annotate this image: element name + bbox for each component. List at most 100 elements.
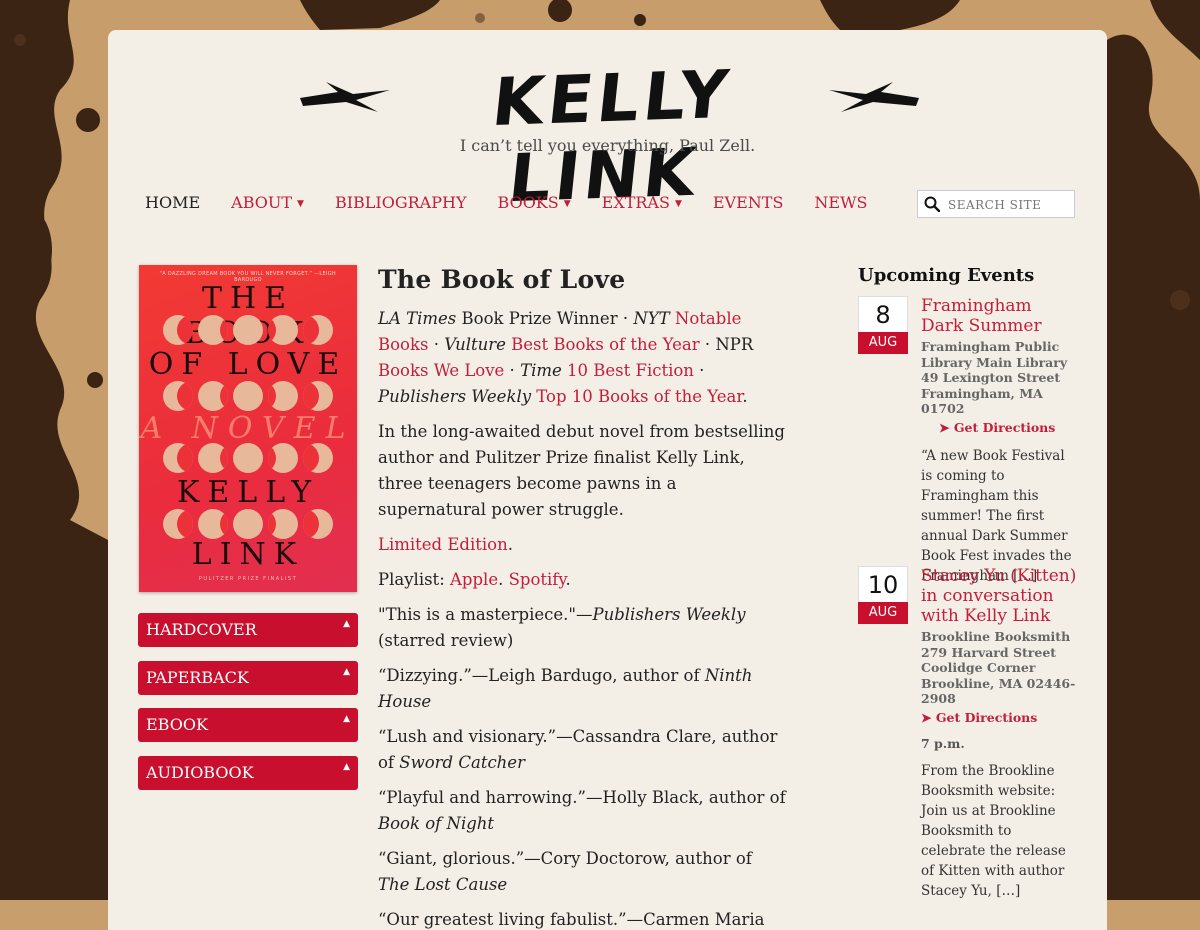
limited-edition-line: Limited Edition. xyxy=(378,532,788,558)
event-location: Framingham Public Library Main Library 4… xyxy=(921,339,1068,416)
period: . xyxy=(507,535,513,554)
award-text: Book Prize Winner · xyxy=(456,309,634,328)
nav-events-label: EVENTS xyxy=(712,193,784,212)
audiobook-button[interactable]: AUDIOBOOK ▲ xyxy=(138,756,358,790)
cover-author-line1: KELLY xyxy=(176,475,320,510)
search-box xyxy=(917,190,1075,218)
right-brushstroke-icon xyxy=(829,82,919,112)
hardcover-button[interactable]: HARDCOVER ▲ xyxy=(138,613,358,647)
separator: · xyxy=(428,335,445,354)
location-arrow-icon: ➤ xyxy=(921,709,936,725)
quote-text: “Playful and harrowing.”—Holly Black, au… xyxy=(378,788,786,807)
hardcover-label: HARDCOVER xyxy=(146,620,257,639)
period: . xyxy=(565,570,571,589)
books-we-love-link[interactable]: Books We Love xyxy=(378,361,504,380)
nav-books-label: BOOKS xyxy=(497,193,559,212)
event-time: 7 p.m. xyxy=(921,735,965,751)
top10-link[interactable]: Top 10 Books of the Year xyxy=(536,387,742,406)
event-description: From the Brookline Booksmith website: Jo… xyxy=(921,762,1066,899)
nav-extras-label: EXTRAS xyxy=(601,193,670,212)
event-title-link[interactable]: Framingham Dark Summer xyxy=(921,296,1078,336)
event-body: Stacey Yu (Kitten) in conversation with … xyxy=(921,566,1078,901)
quote-text: “Our greatest living fabulist.”—Carmen M… xyxy=(378,910,765,929)
awards-line: LA Times Book Prize Winner · NYT Notable… xyxy=(378,306,788,410)
nav-books[interactable]: BOOKS ▼ xyxy=(498,193,571,217)
event-description: “A new Book Festival is coming to Framin… xyxy=(921,447,1072,584)
award-vulture: Vulture xyxy=(444,335,506,354)
nav-events[interactable]: EVENTS xyxy=(713,193,784,217)
cover-subtitle: A NOVEL xyxy=(140,411,356,446)
nav-news[interactable]: NEWS xyxy=(814,193,867,217)
event-title-link[interactable]: Stacey Yu (Kitten) in conversation with … xyxy=(921,566,1078,626)
limited-edition-link[interactable]: Limited Edition xyxy=(378,535,508,554)
paperback-button[interactable]: PAPERBACK ▲ xyxy=(138,661,358,695)
moon-row xyxy=(163,315,333,345)
apple-playlist-link[interactable]: Apple xyxy=(450,570,498,589)
site-logo[interactable]: KELLY LINK xyxy=(298,56,919,217)
cover-footer: PULITZER PRIZE FINALIST xyxy=(198,576,298,582)
event-directions[interactable]: ➤ Get Directions xyxy=(921,417,1078,436)
event-month: AUG xyxy=(858,332,908,354)
nav-about[interactable]: ABOUT ▼ xyxy=(231,193,304,217)
directions-label: Get Directions xyxy=(953,419,1056,435)
award-npr: · NPR xyxy=(699,335,754,354)
nav-home-label: HOME xyxy=(145,193,201,212)
location-arrow-icon: ➤ xyxy=(939,419,954,435)
separator: · xyxy=(693,361,705,380)
quote-source: The Lost Cause xyxy=(378,875,508,894)
caret-up-icon: ▲ xyxy=(343,714,350,724)
cover-title-line2: OF LOVE xyxy=(148,347,348,382)
event-directions[interactable]: ➤ Get Directions xyxy=(921,707,1078,726)
review-quote: “Dizzying.”—Leigh Bardugo, author of Nin… xyxy=(378,663,788,715)
award-nyt: NYT xyxy=(633,309,670,328)
event-date: 10 AUG xyxy=(858,566,908,624)
event-day: 8 xyxy=(858,296,908,332)
review-quote: “Lush and visionary.”—Cassandra Clare, a… xyxy=(378,724,788,776)
paperback-label: PAPERBACK xyxy=(146,668,249,687)
moon-row xyxy=(163,443,333,473)
caret-down-icon: ▼ xyxy=(297,198,304,209)
event-location: Brookline Booksmith 279 Harvard Street C… xyxy=(921,629,1076,706)
search-icon[interactable] xyxy=(924,196,940,212)
directions-label: Get Directions xyxy=(935,709,1038,725)
nav-about-label: ABOUT xyxy=(231,193,293,212)
book-cover-image[interactable]: “A DAZZLING DREAM BOOK YOU WILL NEVER FO… xyxy=(139,265,357,592)
review-quote: “Our greatest living fabulist.”—Carmen M… xyxy=(378,907,788,930)
review-quote: “Playful and harrowing.”—Holly Black, au… xyxy=(378,785,788,837)
award-la-times: LA Times xyxy=(378,309,457,328)
best-books-link[interactable]: Best Books of the Year xyxy=(511,335,699,354)
award-pw: Publishers Weekly xyxy=(378,387,532,406)
book-description: In the long-awaited debut novel from bes… xyxy=(378,422,785,519)
playlist-label: Playlist: xyxy=(378,570,450,589)
separator: · xyxy=(504,361,521,380)
event-month: AUG xyxy=(858,602,908,624)
book-title: The Book of Love xyxy=(378,265,626,294)
spotify-playlist-link[interactable]: Spotify xyxy=(509,570,566,589)
search-input[interactable] xyxy=(946,193,1074,217)
event-body: Framingham Dark Summer Framingham Public… xyxy=(921,296,1078,586)
ebook-button[interactable]: EBOOK ▲ xyxy=(138,708,358,742)
quote-text: "This is a masterpiece."— xyxy=(378,605,593,624)
period: . xyxy=(742,387,748,406)
quote-source: Sword Catcher xyxy=(399,753,525,772)
nav-news-label: NEWS xyxy=(814,193,868,212)
caret-up-icon: ▲ xyxy=(343,667,350,677)
audiobook-label: AUDIOBOOK xyxy=(146,763,254,782)
nav-home[interactable]: HOME xyxy=(145,193,200,217)
caret-down-icon: ▼ xyxy=(563,198,571,209)
main-nav: HOME ABOUT ▼ BIBLIOGRAPHY BOOKS ▼ EXTRAS ▼ … xyxy=(145,193,899,217)
ten-best-fiction-link[interactable]: 10 Best Fiction xyxy=(567,361,694,380)
quote-source: Publishers Weekly xyxy=(592,605,746,624)
nav-bibliography[interactable]: BIBLIOGRAPHY xyxy=(335,193,467,217)
award-time: Time xyxy=(520,361,562,380)
nav-extras[interactable]: EXTRAS ▼ xyxy=(602,193,682,217)
quote-source: Book of Night xyxy=(378,814,495,833)
page-container: KELLY LINK I can’t tell you everything, … xyxy=(108,30,1107,930)
events-heading: Upcoming Events xyxy=(858,265,1035,286)
site-tagline: I can’t tell you everything, Paul Zell. xyxy=(459,136,756,155)
event-day: 10 xyxy=(858,566,908,602)
upcoming-events: Upcoming Events 8 AUG Framingham Dark Su… xyxy=(858,263,1078,899)
moon-row xyxy=(163,381,333,411)
moon-row xyxy=(163,509,333,539)
ebook-label: EBOOK xyxy=(146,715,208,734)
